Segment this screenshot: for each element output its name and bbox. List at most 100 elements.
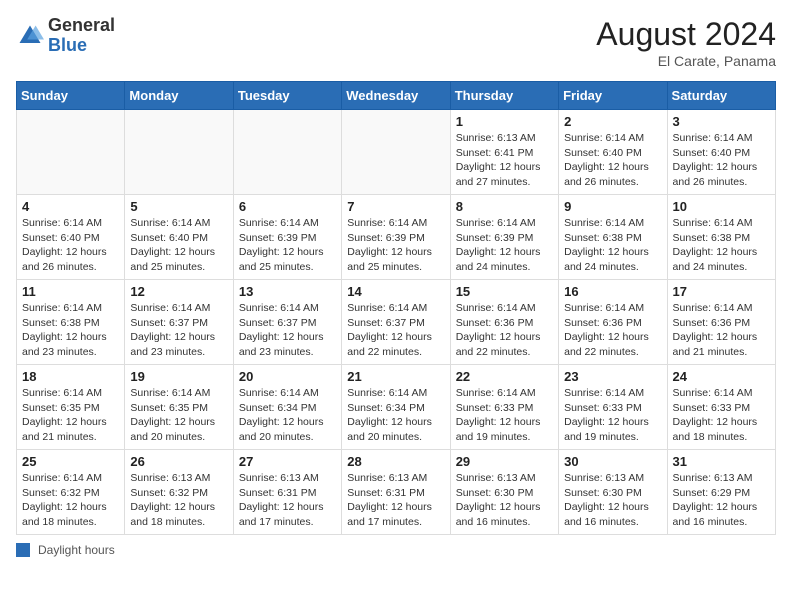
day-info: Sunrise: 6:14 AM Sunset: 6:33 PM Dayligh… <box>673 386 770 445</box>
day-number: 10 <box>673 199 770 214</box>
calendar-cell: 21Sunrise: 6:14 AM Sunset: 6:34 PM Dayli… <box>342 365 450 450</box>
day-number: 27 <box>239 454 336 469</box>
day-number: 5 <box>130 199 227 214</box>
day-info: Sunrise: 6:14 AM Sunset: 6:37 PM Dayligh… <box>239 301 336 360</box>
calendar-day-header: Tuesday <box>233 82 341 110</box>
day-number: 9 <box>564 199 661 214</box>
day-number: 29 <box>456 454 553 469</box>
day-info: Sunrise: 6:13 AM Sunset: 6:41 PM Dayligh… <box>456 131 553 190</box>
day-info: Sunrise: 6:14 AM Sunset: 6:38 PM Dayligh… <box>673 216 770 275</box>
day-number: 8 <box>456 199 553 214</box>
day-info: Sunrise: 6:14 AM Sunset: 6:40 PM Dayligh… <box>22 216 119 275</box>
calendar-day-header: Wednesday <box>342 82 450 110</box>
day-info: Sunrise: 6:13 AM Sunset: 6:30 PM Dayligh… <box>564 471 661 530</box>
day-info: Sunrise: 6:14 AM Sunset: 6:40 PM Dayligh… <box>564 131 661 190</box>
calendar-week-row: 25 Sunrise: 6:14 AM Sunset: 6:32 PM Dayli… <box>17 450 776 535</box>
location: El Carate, Panama <box>596 53 776 69</box>
day-number: 6 <box>239 199 336 214</box>
day-info: Sunrise: 6:14 AM Sunset: 6:34 PM Dayligh… <box>347 386 444 445</box>
calendar-cell: 20 Sunrise: 6:14 AM Sunset: 6:34 PM Dayli… <box>233 365 341 450</box>
calendar-cell: 12 Sunrise: 6:14 AM Sunset: 6:37 PM Dayli… <box>125 280 233 365</box>
day-info: Sunrise: 6:14 AM Sunset: 6:36 PM Dayligh… <box>564 301 661 360</box>
day-number: 23 <box>564 369 661 384</box>
calendar-day-header: Friday <box>559 82 667 110</box>
day-info: Sunrise: 6:14 AM Sunset: 6:37 PM Dayligh… <box>130 301 227 360</box>
calendar-cell: 13 Sunrise: 6:14 AM Sunset: 6:37 PM Dayli… <box>233 280 341 365</box>
calendar-cell: 26 Sunrise: 6:13 AM Sunset: 6:32 PM Dayli… <box>125 450 233 535</box>
calendar-table: SundayMondayTuesdayWednesdayThursdayFrid… <box>16 81 776 535</box>
day-number: 26 <box>130 454 227 469</box>
day-number: 13 <box>239 284 336 299</box>
day-number: 25 <box>22 454 119 469</box>
day-number: 11 <box>22 284 119 299</box>
logo: General Blue <box>16 16 115 56</box>
day-info: Sunrise: 6:14 AM Sunset: 6:40 PM Dayligh… <box>130 216 227 275</box>
calendar-cell: 25 Sunrise: 6:14 AM Sunset: 6:32 PM Dayli… <box>17 450 125 535</box>
calendar-cell: 2 Sunrise: 6:14 AM Sunset: 6:40 PM Daylig… <box>559 110 667 195</box>
day-number: 18 <box>22 369 119 384</box>
calendar-day-header: Saturday <box>667 82 775 110</box>
calendar-cell: 7 Sunrise: 6:14 AM Sunset: 6:39 PM Daylig… <box>342 195 450 280</box>
day-number: 7 <box>347 199 444 214</box>
day-info: Sunrise: 6:14 AM Sunset: 6:32 PM Dayligh… <box>22 471 119 530</box>
calendar-cell: 4 Sunrise: 6:14 AM Sunset: 6:40 PM Daylig… <box>17 195 125 280</box>
day-info: Sunrise: 6:13 AM Sunset: 6:30 PM Dayligh… <box>456 471 553 530</box>
day-number: 15 <box>456 284 553 299</box>
day-number: 31 <box>673 454 770 469</box>
calendar-cell: 31 Sunrise: 6:13 AM Sunset: 6:29 PM Dayli… <box>667 450 775 535</box>
day-number: 3 <box>673 114 770 129</box>
calendar-cell <box>17 110 125 195</box>
calendar-cell: 6 Sunrise: 6:14 AM Sunset: 6:39 PM Daylig… <box>233 195 341 280</box>
day-info: Sunrise: 6:14 AM Sunset: 6:39 PM Dayligh… <box>347 216 444 275</box>
calendar-header-row: SundayMondayTuesdayWednesdayThursdayFrid… <box>17 82 776 110</box>
calendar-week-row: 1 Sunrise: 6:13 AM Sunset: 6:41 PM Daylig… <box>17 110 776 195</box>
day-number: 12 <box>130 284 227 299</box>
day-number: 14 <box>347 284 444 299</box>
day-info: Sunrise: 6:14 AM Sunset: 6:39 PM Dayligh… <box>456 216 553 275</box>
day-number: 4 <box>22 199 119 214</box>
day-info: Sunrise: 6:13 AM Sunset: 6:32 PM Dayligh… <box>130 471 227 530</box>
day-number: 17 <box>673 284 770 299</box>
day-info: Sunrise: 6:14 AM Sunset: 6:34 PM Dayligh… <box>239 386 336 445</box>
calendar-cell: 11 Sunrise: 6:14 AM Sunset: 6:38 PM Dayli… <box>17 280 125 365</box>
calendar-day-header: Monday <box>125 82 233 110</box>
calendar-week-row: 11 Sunrise: 6:14 AM Sunset: 6:38 PM Dayli… <box>17 280 776 365</box>
calendar-cell: 29 Sunrise: 6:13 AM Sunset: 6:30 PM Dayli… <box>450 450 558 535</box>
calendar-cell: 23Sunrise: 6:14 AM Sunset: 6:33 PM Dayli… <box>559 365 667 450</box>
logo-general-text: General <box>48 15 115 35</box>
calendar-cell: 28Sunrise: 6:13 AM Sunset: 6:31 PM Dayli… <box>342 450 450 535</box>
calendar-cell: 8 Sunrise: 6:14 AM Sunset: 6:39 PM Daylig… <box>450 195 558 280</box>
calendar-cell: 18Sunrise: 6:14 AM Sunset: 6:35 PM Dayli… <box>17 365 125 450</box>
footer: Daylight hours <box>16 543 776 557</box>
day-info: Sunrise: 6:13 AM Sunset: 6:31 PM Dayligh… <box>239 471 336 530</box>
calendar-cell: 22Sunrise: 6:14 AM Sunset: 6:33 PM Dayli… <box>450 365 558 450</box>
calendar-week-row: 18Sunrise: 6:14 AM Sunset: 6:35 PM Dayli… <box>17 365 776 450</box>
day-info: Sunrise: 6:14 AM Sunset: 6:38 PM Dayligh… <box>22 301 119 360</box>
calendar-cell: 30Sunrise: 6:13 AM Sunset: 6:30 PM Dayli… <box>559 450 667 535</box>
day-info: Sunrise: 6:13 AM Sunset: 6:31 PM Dayligh… <box>347 471 444 530</box>
day-number: 16 <box>564 284 661 299</box>
calendar-cell: 5 Sunrise: 6:14 AM Sunset: 6:40 PM Daylig… <box>125 195 233 280</box>
calendar-cell: 16 Sunrise: 6:14 AM Sunset: 6:36 PM Dayli… <box>559 280 667 365</box>
calendar-day-header: Thursday <box>450 82 558 110</box>
day-info: Sunrise: 6:13 AM Sunset: 6:29 PM Dayligh… <box>673 471 770 530</box>
day-info: Sunrise: 6:14 AM Sunset: 6:36 PM Dayligh… <box>673 301 770 360</box>
day-number: 24 <box>673 369 770 384</box>
calendar-cell: 3 Sunrise: 6:14 AM Sunset: 6:40 PM Daylig… <box>667 110 775 195</box>
calendar-cell <box>125 110 233 195</box>
day-info: Sunrise: 6:14 AM Sunset: 6:37 PM Dayligh… <box>347 301 444 360</box>
day-number: 2 <box>564 114 661 129</box>
calendar-cell: 17 Sunrise: 6:14 AM Sunset: 6:36 PM Dayli… <box>667 280 775 365</box>
day-number: 20 <box>239 369 336 384</box>
calendar-cell <box>342 110 450 195</box>
logo-icon <box>16 22 44 50</box>
header: General Blue August 2024 El Carate, Pana… <box>16 16 776 69</box>
calendar-cell: 24 Sunrise: 6:14 AM Sunset: 6:33 PM Dayli… <box>667 365 775 450</box>
day-number: 22 <box>456 369 553 384</box>
footer-label: Daylight hours <box>38 543 115 557</box>
day-info: Sunrise: 6:14 AM Sunset: 6:39 PM Dayligh… <box>239 216 336 275</box>
day-info: Sunrise: 6:14 AM Sunset: 6:38 PM Dayligh… <box>564 216 661 275</box>
day-info: Sunrise: 6:14 AM Sunset: 6:40 PM Dayligh… <box>673 131 770 190</box>
calendar-week-row: 4 Sunrise: 6:14 AM Sunset: 6:40 PM Daylig… <box>17 195 776 280</box>
day-number: 1 <box>456 114 553 129</box>
